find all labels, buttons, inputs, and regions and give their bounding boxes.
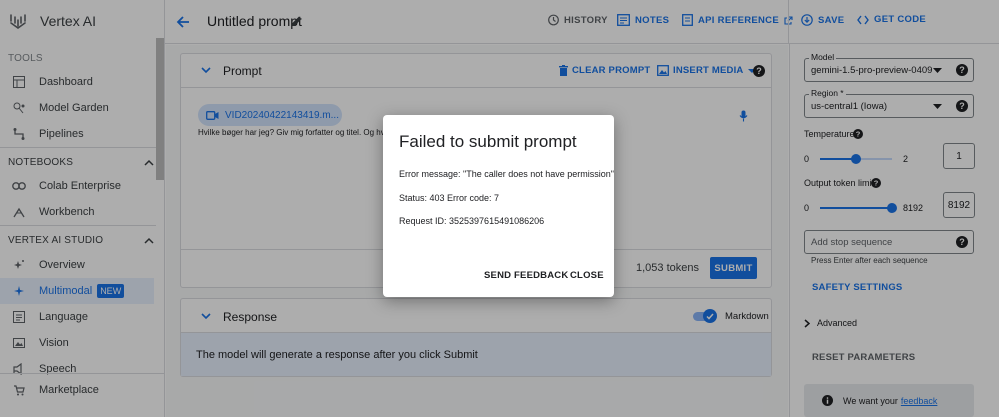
dialog-error-message: Error message: "The caller does not have…: [399, 169, 614, 179]
error-dialog: Failed to submit prompt Error message: "…: [383, 115, 614, 297]
send-feedback-button[interactable]: SEND FEEDBACK: [484, 270, 568, 281]
dialog-request-id: Request ID: 3525397615491086206: [399, 216, 545, 226]
close-button[interactable]: CLOSE: [570, 270, 604, 281]
dialog-title: Failed to submit prompt: [399, 132, 577, 151]
dialog-status: Status: 403 Error code: 7: [399, 193, 500, 203]
